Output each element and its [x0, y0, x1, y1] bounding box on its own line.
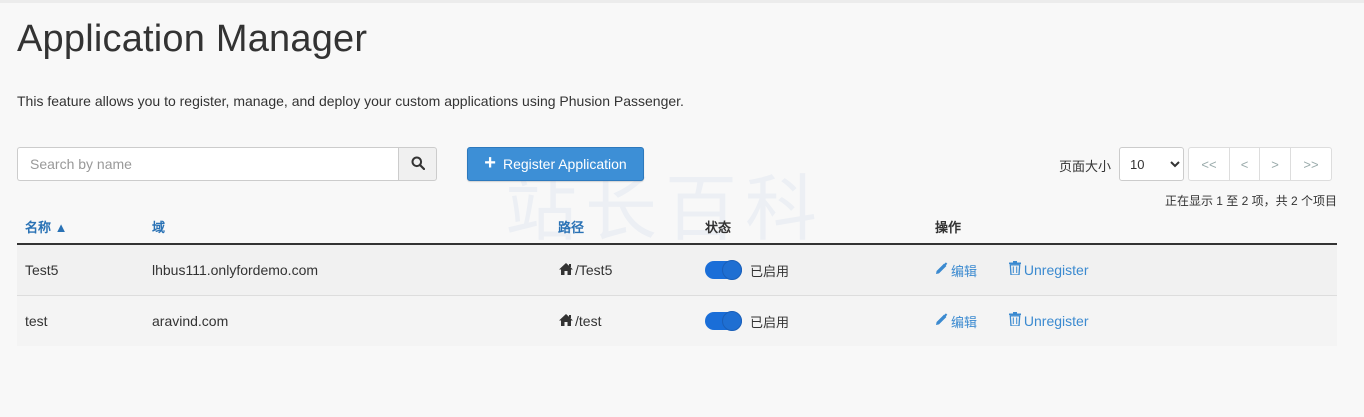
edit-label: 编辑: [951, 263, 978, 279]
status-toggle[interactable]: [705, 311, 742, 331]
column-header-path[interactable]: 路径: [550, 209, 697, 245]
trash-icon: [1008, 312, 1021, 329]
plus-icon: +: [484, 152, 496, 174]
previous-page-button[interactable]: <: [1229, 147, 1260, 181]
toggle-knob: [722, 260, 742, 280]
app-path: /test: [575, 313, 602, 329]
page-description: This feature allows you to register, man…: [17, 93, 684, 109]
page-size-select[interactable]: 10: [1119, 147, 1184, 181]
edit-label: 编辑: [951, 314, 978, 330]
column-header-status: 状态: [697, 209, 927, 245]
edit-link[interactable]: 编辑: [935, 312, 977, 331]
unregister-label: Unregister: [1023, 261, 1089, 278]
first-page-button[interactable]: <<: [1188, 147, 1230, 181]
register-application-label: Register Application: [502, 156, 627, 172]
page-title: Application Manager: [17, 18, 368, 60]
register-application-button[interactable]: + Register Application: [467, 147, 644, 181]
page-size-label: 页面大小: [1059, 159, 1112, 174]
app-name: Test5: [17, 243, 144, 296]
trash-icon: [1008, 261, 1021, 278]
table-row: test aravind.com /test 已启用 编辑 Unregister: [17, 295, 1337, 346]
home-icon: [558, 262, 574, 279]
table-row: Test5 lhbus111.onlyfordemo.com /Test5 已启…: [17, 243, 1337, 296]
column-header-name[interactable]: 名称 ▲: [17, 209, 144, 245]
search-group: [17, 147, 437, 181]
search-button[interactable]: [398, 147, 437, 181]
toggle-knob: [722, 311, 742, 331]
unregister-link[interactable]: Unregister: [1008, 261, 1089, 278]
next-page-button[interactable]: >: [1259, 147, 1291, 181]
showing-count: 正在显示 1 至 2 项，共 2 个项目: [1164, 194, 1337, 208]
table-header-row: 名称 ▲ 域 路径 状态 操作: [17, 209, 1337, 245]
pagination: << < > >>: [1188, 147, 1332, 181]
app-path-cell: /test: [550, 295, 697, 346]
pencil-icon: [935, 313, 948, 329]
top-divider: [0, 0, 1364, 3]
app-name: test: [17, 295, 144, 346]
unregister-link[interactable]: Unregister: [1008, 312, 1089, 329]
app-domain: aravind.com: [144, 295, 550, 346]
column-header-domain[interactable]: 域: [144, 209, 550, 245]
column-header-actions: 操作: [927, 209, 1337, 245]
status-toggle[interactable]: [705, 260, 742, 280]
edit-link[interactable]: 编辑: [935, 261, 977, 280]
app-domain: lhbus111.onlyfordemo.com: [144, 243, 550, 296]
unregister-label: Unregister: [1023, 312, 1089, 329]
search-icon: [411, 156, 425, 173]
pencil-icon: [935, 262, 948, 278]
app-path-cell: /Test5: [550, 243, 697, 296]
app-actions-cell: 编辑 Unregister: [927, 295, 1337, 346]
last-page-button[interactable]: >>: [1290, 147, 1332, 181]
app-actions-cell: 编辑 Unregister: [927, 243, 1337, 296]
applications-table: 名称 ▲ 域 路径 状态 操作 Test5 lhbus111.onlyforde…: [17, 209, 1337, 346]
home-icon: [558, 313, 574, 330]
status-label: 已启用: [750, 263, 790, 279]
app-path: /Test5: [575, 262, 613, 278]
app-status-cell: 已启用: [697, 295, 927, 346]
status-label: 已启用: [750, 314, 790, 330]
app-status-cell: 已启用: [697, 243, 927, 296]
search-input[interactable]: [17, 147, 398, 181]
